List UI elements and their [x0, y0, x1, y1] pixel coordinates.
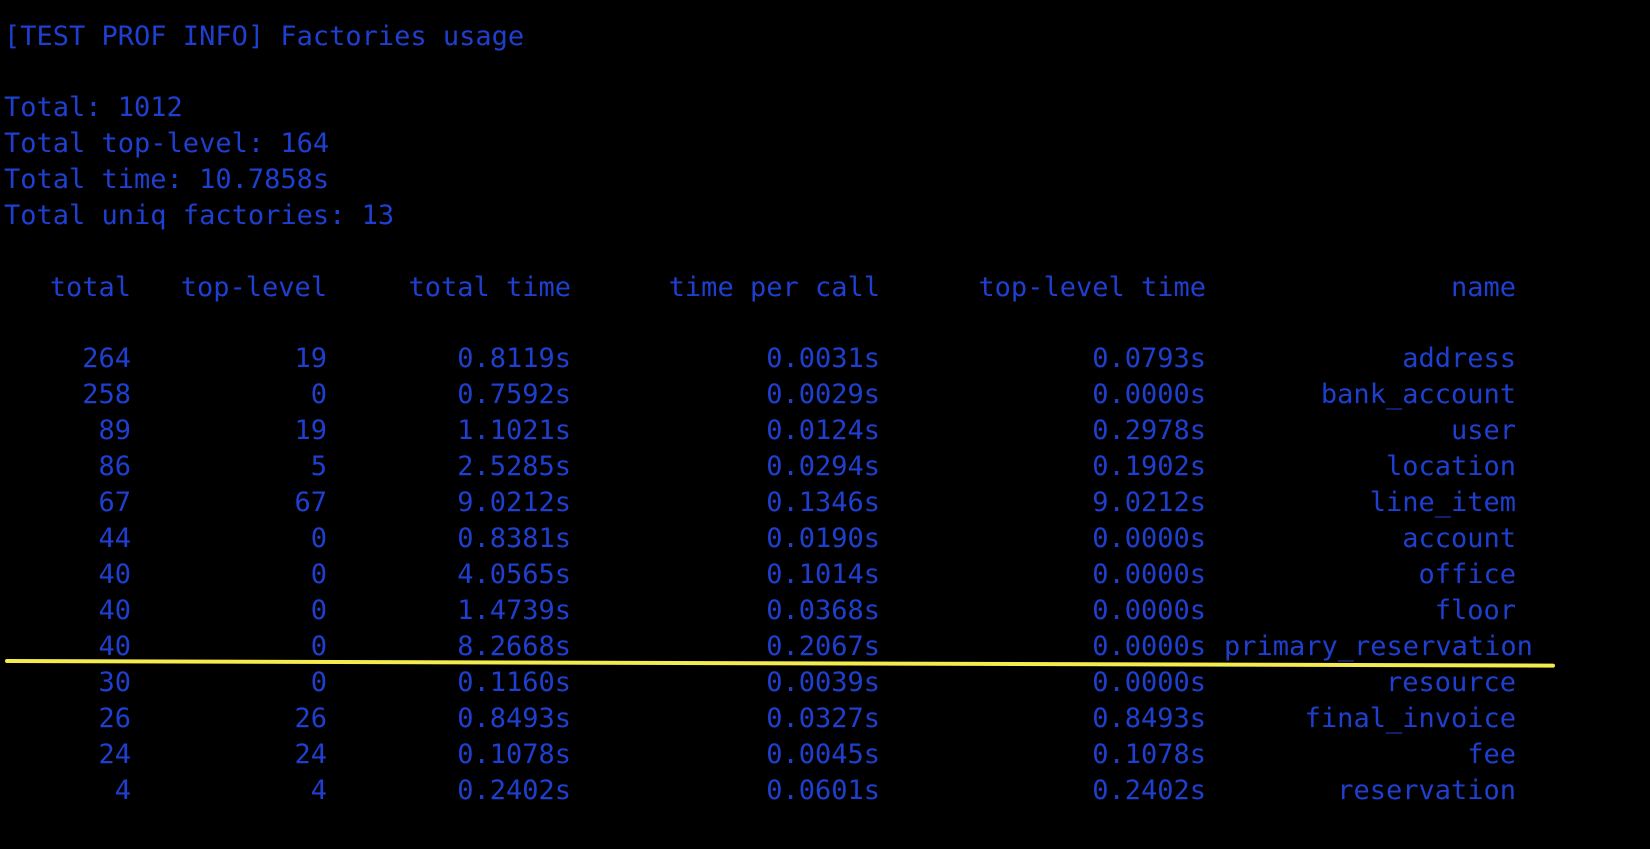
cell-total-time: 0.8493s — [457, 703, 571, 734]
table-row: 26 26 0.8493s 0.0327s 0.8493s final_invoice — [0, 701, 1650, 737]
table-row: 30 0 0.1160s 0.0039s 0.0000s resource — [0, 665, 1650, 701]
cell-total: 86 — [98, 451, 131, 482]
summary-total: Total: 1012 — [4, 92, 183, 123]
cell-time-per-call: 0.0124s — [766, 415, 880, 446]
cell-total-time: 4.0565s — [457, 559, 571, 590]
cell-name: account — [1402, 523, 1516, 554]
cell-time-per-call: 0.2067s — [766, 631, 880, 662]
cell-name: final_invoice — [1304, 703, 1516, 734]
cell-top-level-time: 0.0793s — [1092, 343, 1206, 374]
table-row: 40 0 1.4739s 0.0368s 0.0000s floor — [0, 593, 1650, 629]
cell-top-level-time: 0.2978s — [1092, 415, 1206, 446]
table-row: 24 24 0.1078s 0.0045s 0.1078s fee — [0, 737, 1650, 773]
cell-top-level: 5 — [310, 451, 327, 482]
cell-top-level-time: 0.0000s — [1092, 379, 1206, 410]
cell-top-level: 0 — [310, 523, 327, 554]
cell-total-time: 0.2402s — [457, 775, 571, 806]
cell-total-time: 1.1021s — [457, 415, 571, 446]
cell-top-level: 0 — [310, 667, 327, 698]
cell-time-per-call: 0.0190s — [766, 523, 880, 554]
cell-time-per-call: 0.1346s — [766, 487, 880, 518]
cell-total: 40 — [98, 595, 131, 626]
cell-top-level: 4 — [310, 775, 327, 806]
cell-name: fee — [1467, 739, 1516, 770]
cell-total: 26 — [98, 703, 131, 734]
cell-total: 30 — [98, 667, 131, 698]
cell-total-time: 0.7592s — [457, 379, 571, 410]
cell-total-time: 2.5285s — [457, 451, 571, 482]
header-name: name — [1450, 272, 1516, 303]
summary-total-uniq: Total uniq factories: 13 — [4, 200, 395, 231]
table-row: 258 0 0.7592s 0.0029s 0.0000s bank_account — [0, 377, 1650, 413]
cell-top-level-time: 0.1902s — [1092, 451, 1206, 482]
cell-name: floor — [1434, 595, 1516, 626]
cell-total: 89 — [98, 415, 131, 446]
summary-total-time: Total time: 10.7858s — [4, 164, 330, 195]
cell-top-level-time: 0.0000s — [1092, 595, 1206, 626]
report-title: [TEST PROF INFO] Factories usage — [4, 21, 525, 52]
cell-time-per-call: 0.0031s — [766, 343, 880, 374]
cell-total-time: 0.1160s — [457, 667, 571, 698]
cell-top-level-time: 0.8493s — [1092, 703, 1206, 734]
summary-total-top-level: Total top-level: 164 — [4, 128, 330, 159]
cell-time-per-call: 0.0039s — [766, 667, 880, 698]
cell-top-level-time: 0.0000s — [1092, 631, 1206, 662]
cell-name: location — [1385, 451, 1516, 482]
cell-top-level-time: 0.0000s — [1092, 559, 1206, 590]
cell-name: bank_account — [1320, 379, 1516, 410]
cell-total: 67 — [98, 487, 131, 518]
cell-top-level-time: 0.2402s — [1092, 775, 1206, 806]
header-top-level-time: top-level time — [978, 272, 1206, 303]
cell-name: line_item — [1369, 487, 1516, 518]
cell-time-per-call: 0.0029s — [766, 379, 880, 410]
cell-total-time: 0.1078s — [457, 739, 571, 770]
cell-top-level-time: 0.1078s — [1092, 739, 1206, 770]
cell-name: resource — [1385, 667, 1516, 698]
cell-name: user — [1450, 415, 1516, 446]
cell-time-per-call: 0.0368s — [766, 595, 880, 626]
cell-name: reservation — [1337, 775, 1516, 806]
cell-top-level: 26 — [294, 703, 327, 734]
cell-time-per-call: 0.0601s — [766, 775, 880, 806]
cell-total: 40 — [98, 559, 131, 590]
cell-time-per-call: 0.1014s — [766, 559, 880, 590]
table-header: total top-level total time time per call… — [0, 270, 1650, 306]
cell-top-level: 0 — [310, 379, 327, 410]
cell-top-level-time: 9.0212s — [1092, 487, 1206, 518]
cell-total-time: 1.4739s — [457, 595, 571, 626]
table-row: 40 0 4.0565s 0.1014s 0.0000s office — [0, 557, 1650, 593]
cell-top-level-time: 0.0000s — [1092, 523, 1206, 554]
header-total-time: total time — [408, 272, 571, 303]
cell-top-level-time: 0.0000s — [1092, 667, 1206, 698]
cell-total: 264 — [82, 343, 131, 374]
table-row: 4 4 0.2402s 0.0601s 0.2402s reservation — [0, 773, 1650, 809]
cell-name: primary_reservation — [1224, 631, 1533, 662]
cell-total: 258 — [82, 379, 131, 410]
table-row: 86 5 2.5285s 0.0294s 0.1902s location — [0, 449, 1650, 485]
cell-time-per-call: 0.0045s — [766, 739, 880, 770]
header-top-level: top-level — [180, 272, 327, 303]
cell-time-per-call: 0.0294s — [766, 451, 880, 482]
cell-name: office — [1418, 559, 1516, 590]
table-row: 264 19 0.8119s 0.0031s 0.0793s address — [0, 341, 1650, 377]
header-total: total — [49, 272, 131, 303]
cell-total: 44 — [98, 523, 131, 554]
cell-top-level: 0 — [310, 559, 327, 590]
table-row: 89 19 1.1021s 0.0124s 0.2978s user — [0, 413, 1650, 449]
cell-top-level: 24 — [294, 739, 327, 770]
cell-total: 24 — [98, 739, 131, 770]
cell-total-time: 9.0212s — [457, 487, 571, 518]
header-time-per-call: time per call — [668, 272, 880, 303]
table-row: 44 0 0.8381s 0.0190s 0.0000s account — [0, 521, 1650, 557]
cell-total-time: 0.8119s — [457, 343, 571, 374]
cell-name: address — [1402, 343, 1516, 374]
cell-top-level: 0 — [310, 595, 327, 626]
cell-total: 4 — [114, 775, 131, 806]
cell-time-per-call: 0.0327s — [766, 703, 880, 734]
cell-top-level: 19 — [294, 343, 327, 374]
table-row: 67 67 9.0212s 0.1346s 9.0212s line_item — [0, 485, 1650, 521]
cell-top-level: 67 — [294, 487, 327, 518]
cell-total-time: 0.8381s — [457, 523, 571, 554]
cell-top-level: 19 — [294, 415, 327, 446]
